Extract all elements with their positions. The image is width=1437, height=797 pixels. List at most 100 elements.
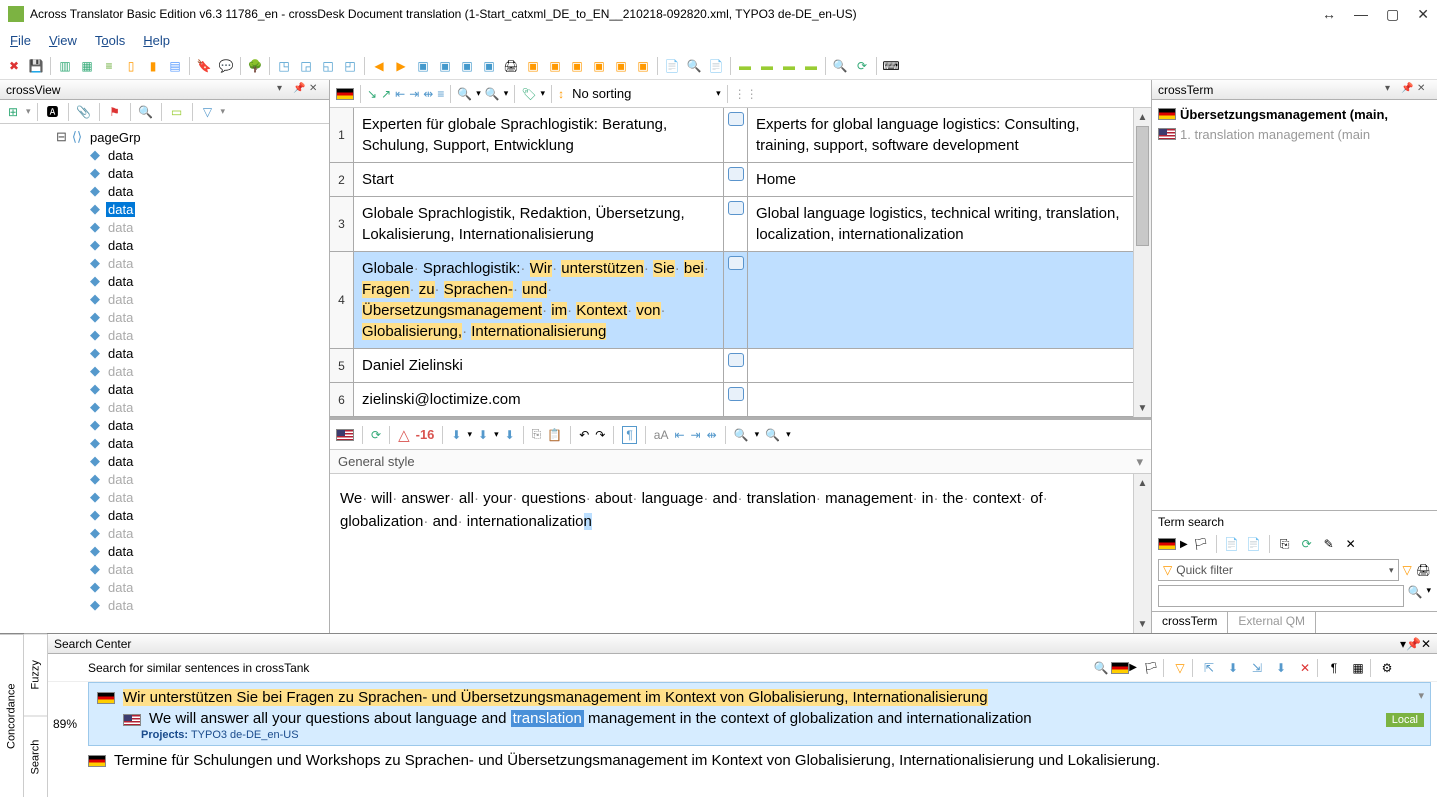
tab-fuzzy[interactable]: Fuzzy bbox=[24, 634, 47, 716]
et-s1-icon[interactable]: ⇤ bbox=[674, 428, 684, 442]
et-zoomin-icon[interactable]: 🔍 bbox=[734, 428, 749, 442]
tree-item[interactable]: ◆data bbox=[0, 326, 329, 344]
sort-dropdown[interactable]: No sorting bbox=[572, 86, 712, 101]
tool-comment-icon[interactable]: 💬 bbox=[216, 56, 236, 76]
tree-item[interactable]: ◆data bbox=[0, 254, 329, 272]
crossterm-item[interactable]: Übersetzungsmanagement (main, bbox=[1158, 104, 1431, 124]
et-a2-icon[interactable]: ⬇ bbox=[478, 428, 488, 442]
tool-find-icon[interactable]: 🔍 bbox=[684, 56, 704, 76]
tool-layout-icon[interactable]: ▤ bbox=[165, 56, 185, 76]
ts-delete-icon[interactable]: ✕ bbox=[1342, 535, 1360, 553]
ts-copy-icon[interactable]: ⎘ bbox=[1276, 535, 1294, 553]
tree-item[interactable]: ◆data bbox=[0, 344, 329, 362]
tree-item[interactable]: ◆data bbox=[0, 164, 329, 182]
qf-add-icon[interactable]: ▽ bbox=[1403, 563, 1412, 577]
tree-item[interactable]: ◆data bbox=[0, 236, 329, 254]
panel-pin-icon[interactable]: 📌 bbox=[1401, 83, 1415, 97]
segment-row[interactable]: 2StartHome bbox=[330, 163, 1133, 197]
et-s2-icon[interactable]: ⇥ bbox=[691, 428, 701, 442]
tree-item[interactable]: ◆data bbox=[0, 470, 329, 488]
tree-item[interactable]: ◆data bbox=[0, 308, 329, 326]
tool-save-icon[interactable]: 💾 bbox=[26, 56, 46, 76]
tool-doc2-icon[interactable]: ▦ bbox=[77, 56, 97, 76]
tab-concordance[interactable]: Concordance bbox=[0, 634, 23, 797]
tool-nav-prev-icon[interactable]: ◀ bbox=[369, 56, 389, 76]
tree-item[interactable]: ◆data bbox=[0, 488, 329, 506]
sc-pilcrow-icon[interactable]: ¶ bbox=[1324, 658, 1344, 678]
panel-pin-icon[interactable]: 📌 bbox=[293, 83, 307, 97]
minimize-button[interactable]: — bbox=[1354, 6, 1368, 23]
segment-status[interactable] bbox=[724, 108, 748, 162]
segment-row[interactable]: 6zielinski@loctimize.com bbox=[330, 383, 1133, 417]
tool-col1-icon[interactable]: ▯ bbox=[121, 56, 141, 76]
cv-tree-icon[interactable]: ⊞ bbox=[4, 103, 22, 121]
ct-zoomout-icon[interactable]: 🔍 bbox=[485, 87, 500, 101]
ts-edit-icon[interactable]: ✎ bbox=[1320, 535, 1338, 553]
tab-crossterm[interactable]: crossTerm bbox=[1152, 612, 1228, 633]
et-copy-icon[interactable]: ⎘ bbox=[532, 427, 542, 442]
ts-flags-icon[interactable]: 🏳 bbox=[1192, 535, 1210, 553]
tool-list-icon[interactable]: ≡ bbox=[99, 56, 119, 76]
ct-zoomin-icon[interactable]: 🔍 bbox=[457, 87, 472, 101]
qf-print-icon[interactable]: 🖨 bbox=[1416, 563, 1431, 577]
maximize-button[interactable]: ▢ bbox=[1386, 6, 1399, 23]
cv-clip-icon[interactable]: 📎 bbox=[75, 103, 93, 121]
segment-status[interactable] bbox=[724, 163, 748, 196]
ts-doc2-icon[interactable]: 📄 bbox=[1245, 535, 1263, 553]
search-go-icon[interactable]: 🔍 bbox=[1408, 585, 1423, 607]
segment-grid[interactable]: 1Experten für globale Sprachlogistik: Be… bbox=[330, 108, 1133, 417]
tree-item[interactable]: ◆data bbox=[0, 380, 329, 398]
cv-search-icon[interactable]: 🔍 bbox=[137, 103, 155, 121]
panel-pin-icon[interactable]: 📌 bbox=[1406, 637, 1421, 651]
ts-doc-icon[interactable]: 📄 bbox=[1223, 535, 1241, 553]
tool-col2-icon[interactable]: ▮ bbox=[143, 56, 163, 76]
tree-item[interactable]: ◆data bbox=[0, 416, 329, 434]
et-a1-icon[interactable]: ⬇ bbox=[451, 428, 461, 442]
cv-flag-icon[interactable]: ⚑ bbox=[106, 103, 124, 121]
tree-item[interactable]: ◆data bbox=[0, 596, 329, 614]
crossterm-item[interactable]: 1. translation management (main bbox=[1158, 124, 1431, 144]
menu-view[interactable]: View bbox=[49, 33, 77, 48]
segment-status[interactable] bbox=[724, 349, 748, 382]
style-dropdown[interactable]: General style ▾ bbox=[330, 450, 1151, 474]
sc-t1-icon[interactable]: ⇱ bbox=[1199, 658, 1219, 678]
tool-b3-icon[interactable]: ▣ bbox=[567, 56, 587, 76]
segment-row[interactable]: 4Globale· Sprachlogistik:· Wir· unterstü… bbox=[330, 252, 1133, 349]
et-pilcrow-icon[interactable]: ¶ bbox=[622, 426, 636, 444]
tool-b6-icon[interactable]: ▣ bbox=[633, 56, 653, 76]
menu-help[interactable]: Help bbox=[143, 33, 170, 48]
scroll-up-icon[interactable]: ▲ bbox=[1134, 108, 1151, 126]
tree-item[interactable]: ◆data bbox=[0, 524, 329, 542]
tool-close-icon[interactable]: ✖ bbox=[4, 56, 24, 76]
sc-filter-icon[interactable]: ▽ bbox=[1170, 658, 1190, 678]
crossterm-list[interactable]: Übersetzungsmanagement (main,1. translat… bbox=[1152, 100, 1437, 510]
crossview-tree[interactable]: ⊟ ⟨⟩ pageGrp ◆data◆data◆data◆data◆data◆d… bbox=[0, 124, 329, 633]
tree-item[interactable]: ◆data bbox=[0, 434, 329, 452]
tool-b1-icon[interactable]: ▣ bbox=[523, 56, 543, 76]
tool-refresh-icon[interactable]: ⟳ bbox=[852, 56, 872, 76]
tree-item[interactable]: ◆data bbox=[0, 578, 329, 596]
tool-copy2-icon[interactable]: ◲ bbox=[296, 56, 316, 76]
ct-seg1-icon[interactable]: ⇤ bbox=[395, 87, 405, 101]
tool-nav-next-icon[interactable]: ▶ bbox=[391, 56, 411, 76]
panel-close-icon[interactable]: ✕ bbox=[1417, 83, 1431, 97]
tree-item[interactable]: ◆data bbox=[0, 398, 329, 416]
et-paste-icon[interactable]: 📋 bbox=[547, 428, 562, 442]
scroll-down-icon[interactable]: ▼ bbox=[1134, 399, 1151, 417]
tool-a3-icon[interactable]: ▣ bbox=[457, 56, 477, 76]
tree-item[interactable]: ◆data bbox=[0, 362, 329, 380]
segment-row[interactable]: 1Experten für globale Sprachlogistik: Be… bbox=[330, 108, 1133, 163]
search-other-result[interactable]: Termine für Schulungen und Workshops zu … bbox=[88, 750, 1431, 771]
segment-target[interactable] bbox=[748, 383, 1133, 416]
tree-item[interactable]: ◆data bbox=[0, 452, 329, 470]
tool-copy1-icon[interactable]: ◳ bbox=[274, 56, 294, 76]
et-zoomout-icon[interactable]: 🔍 bbox=[765, 428, 780, 442]
tool-doc1-icon[interactable]: ▥ bbox=[55, 56, 75, 76]
panel-dropdown-icon[interactable]: ▾ bbox=[277, 83, 291, 97]
segment-target[interactable] bbox=[748, 349, 1133, 382]
scroll-down-icon[interactable]: ▼ bbox=[1134, 615, 1151, 633]
sc-search-icon[interactable]: 🔍 bbox=[1091, 658, 1111, 678]
tree-item[interactable]: ◆data bbox=[0, 506, 329, 524]
term-search-input[interactable] bbox=[1158, 585, 1404, 607]
segment-target[interactable]: Home bbox=[748, 163, 1133, 196]
